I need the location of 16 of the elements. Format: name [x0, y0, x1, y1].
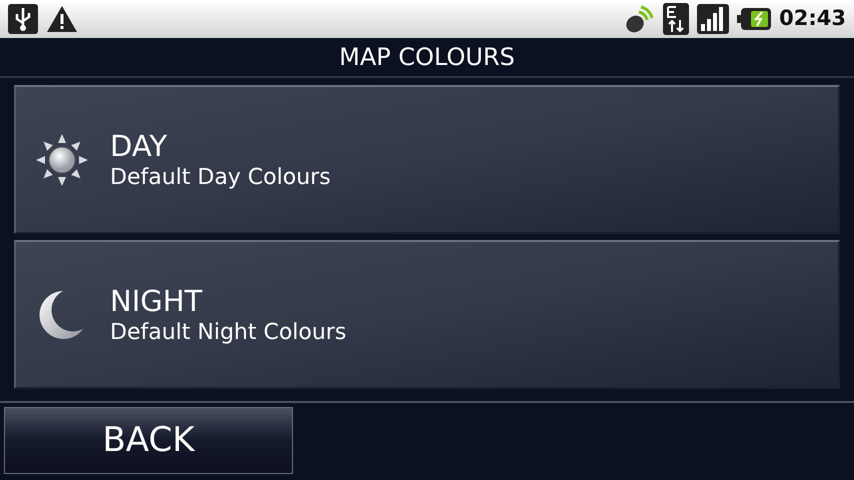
option-title: DAY: [110, 128, 168, 164]
usb-icon: [8, 4, 38, 34]
map-colour-option[interactable]: DAY Default Day Colours: [14, 85, 840, 234]
crescent-moon-icon: [39, 288, 85, 340]
option-title: NIGHT: [110, 282, 204, 318]
back-button[interactable]: BACK: [4, 407, 293, 474]
signal-icon: [697, 4, 730, 34]
sun-icon: [34, 132, 90, 188]
edge-data-icon: [663, 3, 690, 35]
option-description: Default Night Colours: [110, 318, 346, 346]
battery-charging-icon: [737, 8, 772, 30]
status-time: 02:43: [779, 5, 846, 32]
screen-title: MAP COLOURS: [339, 42, 515, 73]
warning-icon: [46, 5, 78, 33]
map-colour-option[interactable]: NIGHT Default Night Colours: [14, 240, 840, 389]
option-description: Default Day Colours: [110, 164, 331, 192]
